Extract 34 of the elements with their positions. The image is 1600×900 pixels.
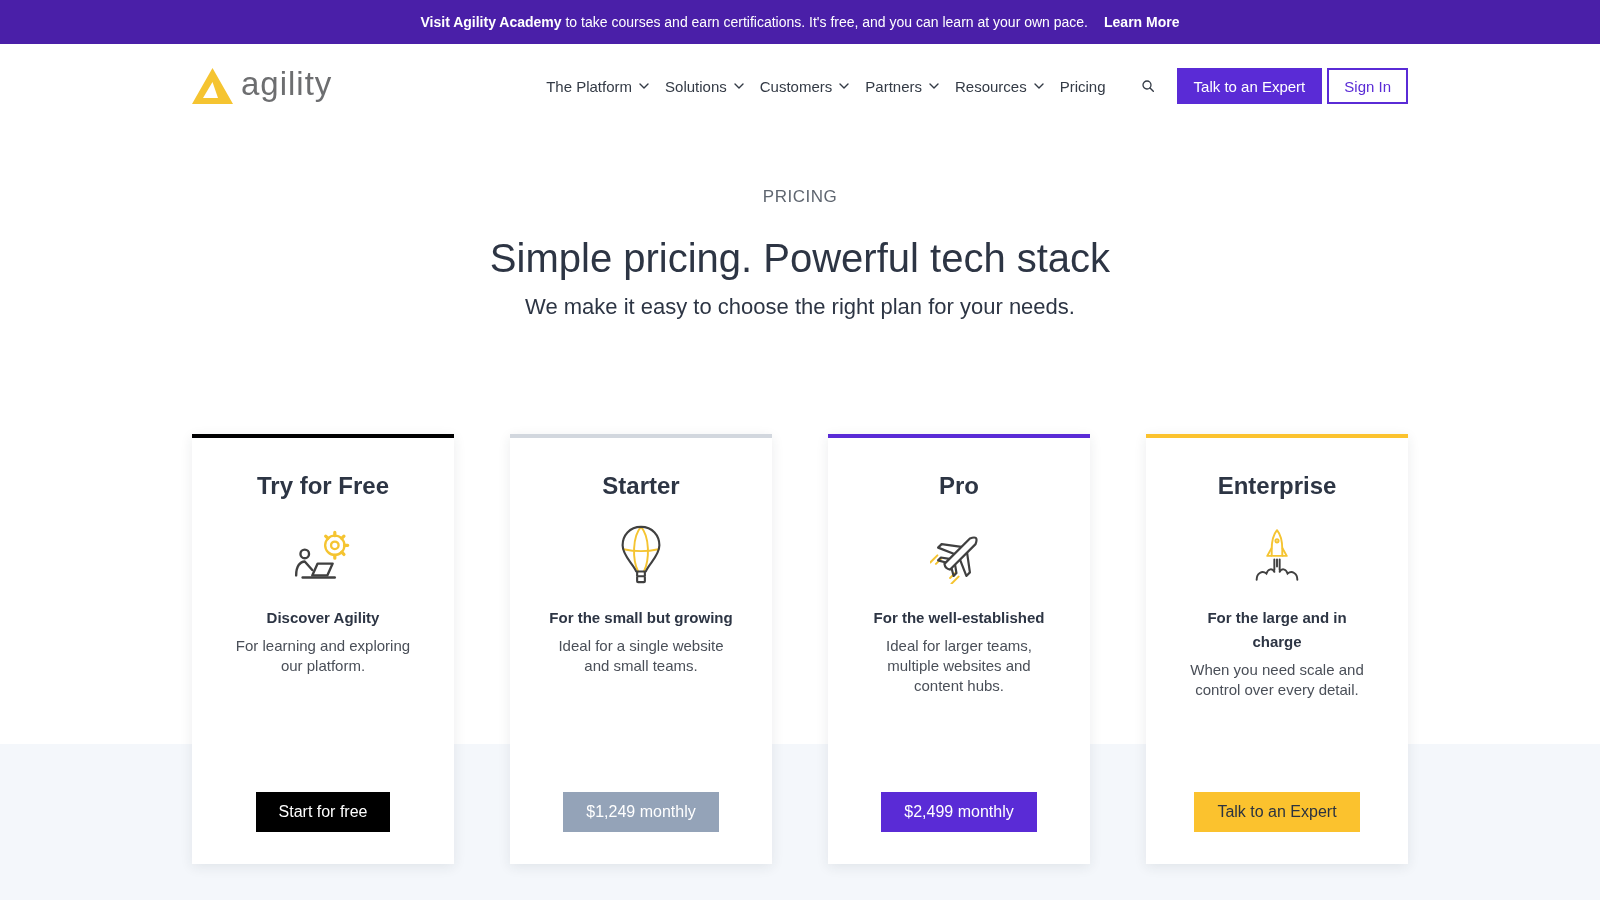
sign-in-button[interactable]: Sign In	[1327, 68, 1408, 104]
search-icon[interactable]	[1141, 80, 1154, 92]
plan-description: For learning and exploring our platform.	[234, 636, 412, 676]
banner-message: Visit Agility Academy to take courses and earn certifications. It's free, and you can learn at your own pace.	[420, 14, 1088, 30]
rocket-icon	[1254, 527, 1300, 583]
plan-name: Enterprise	[1217, 471, 1337, 501]
nav-menu-item[interactable]: Customers	[759, 77, 850, 95]
logo-icon	[192, 68, 233, 104]
hot-air-balloon-icon	[620, 525, 662, 585]
plan-name: Pro	[939, 471, 979, 501]
nav-menu-item[interactable]: Pricing	[1059, 77, 1106, 95]
plan-tagline: For the large and in charge	[1206, 608, 1348, 652]
logo-text: agility	[241, 66, 333, 102]
talk-to-expert-button[interactable]: Talk to an Expert	[1176, 68, 1323, 104]
page-subtitle: We make it easy to choose the right plan for your needs.	[524, 293, 1076, 321]
plan-tagline: For the well-established	[873, 608, 1045, 628]
plan-button[interactable]: Talk to an Expert	[1194, 792, 1360, 832]
plan-description: Ideal for a single website and small teams.	[557, 636, 725, 676]
nav-menu-item[interactable]: Partners	[865, 77, 939, 95]
nav-menu-item[interactable]: Solutions	[665, 77, 744, 95]
section-eyebrow: PRICING	[761, 187, 839, 207]
page-heading: Simple pricing. Powerful tech stack	[488, 235, 1112, 282]
plan-button[interactable]: $2,499 monthly	[881, 792, 1037, 832]
plan-description: Ideal for larger teams, multiple websites and content hubs.	[885, 636, 1033, 696]
plan-name: Try for Free	[256, 471, 389, 501]
nav-menu-item[interactable]: Resources	[955, 77, 1044, 95]
learn-more-link[interactable]: Learn More	[1104, 14, 1180, 30]
plan-tagline: For the small but growing	[549, 608, 733, 628]
nav-menu-item[interactable]: The Platform	[546, 77, 650, 95]
plan-tagline: Discover Agility	[266, 608, 380, 628]
person-laptop-gear-icon	[294, 530, 352, 580]
plan-description: When you need scale and control over every detail.	[1189, 660, 1365, 700]
plan-button[interactable]: Start for free	[255, 792, 391, 832]
plan-name: Starter	[602, 471, 680, 501]
